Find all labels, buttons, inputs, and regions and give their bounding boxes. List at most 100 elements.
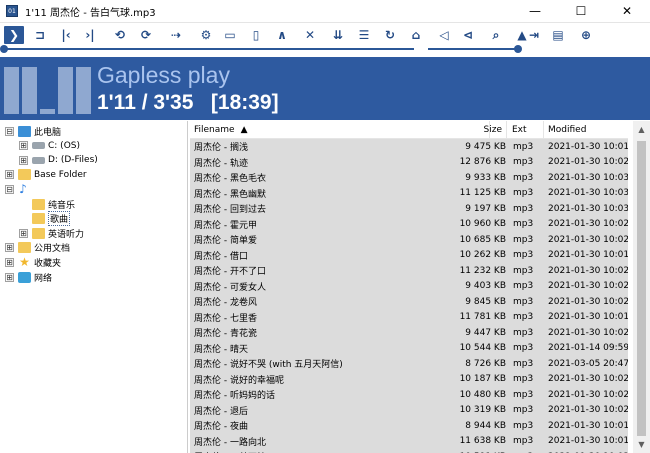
table-row[interactable]: 周杰伦 - 简单爱 10 685 KB mp3 2021-01-30 10:02 — [190, 232, 628, 248]
table-row[interactable]: 周杰伦 - 黑色幽默 11 125 KB mp3 2021-01-30 10:03 — [190, 186, 628, 202]
tree-item[interactable]: ⊞ D: (D-Files) — [19, 153, 98, 167]
display-icon[interactable]: ▤ — [548, 26, 568, 44]
table-row[interactable]: 周杰伦 - 七里香 11 781 KB mp3 2021-01-30 10:01 — [190, 310, 628, 326]
volume-slider-thumb[interactable] — [514, 45, 522, 53]
size-cell: 9 447 KB — [465, 327, 506, 338]
size-cell: 9 197 KB — [465, 203, 506, 214]
column-header-modified[interactable]: Modified — [544, 121, 628, 139]
modified-cell: 2021-01-30 10:02 — [548, 281, 628, 292]
collapse-icon[interactable]: ⊟ — [5, 126, 14, 136]
volume-icon[interactable]: ◁ — [434, 26, 454, 44]
scrollbar-thumb[interactable] — [637, 141, 646, 436]
panel-icon[interactable]: ▯ — [246, 26, 266, 44]
ext-cell: mp3 — [513, 405, 534, 416]
table-row[interactable]: 周杰伦 - 搁浅 9 475 KB mp3 2021-01-30 10:01 — [190, 139, 628, 155]
filename-cell: 周杰伦 - 七里香 — [194, 313, 257, 324]
filename-cell: 周杰伦 - 晴天 — [194, 344, 248, 355]
home-icon[interactable]: ⌂ — [406, 26, 426, 44]
ext-cell: mp3 — [513, 374, 534, 385]
modified-cell: 2021-01-30 10:02 — [548, 327, 628, 338]
ext-cell: mp3 — [513, 436, 534, 447]
modified-cell: 2021-01-30 10:03 — [548, 172, 628, 183]
gear-icon[interactable]: ⚙ — [196, 26, 216, 44]
scroll-down-icon[interactable]: ▼ — [633, 436, 650, 453]
table-row[interactable]: 周杰伦 - 听妈妈的话 10 480 KB mp3 2021-01-30 10:02 — [190, 387, 628, 403]
expand-icon[interactable]: ⊞ — [5, 170, 14, 180]
tree-item[interactable]: ⊞ ★ 收藏夹 — [5, 255, 61, 269]
table-row[interactable]: 周杰伦 - 回到过去 9 197 KB mp3 2021-01-30 10:03 — [190, 201, 628, 217]
tree-item[interactable]: ⊞ Base Folder — [5, 168, 87, 182]
table-row[interactable]: 周杰伦 - 龙卷风 9 845 KB mp3 2021-01-30 10:02 — [190, 294, 628, 310]
tree-item[interactable]: 歌曲 — [19, 211, 71, 227]
pause-play-icon[interactable]: ⊐ — [30, 26, 50, 44]
tree-item[interactable]: ⊟ ♪ — [5, 182, 31, 196]
tree-item[interactable]: 纯音乐 — [19, 197, 75, 211]
expand-icon[interactable]: ⊞ — [19, 141, 28, 151]
table-row[interactable]: 周杰伦 - 晴天 10 544 KB mp3 2021-01-14 09:59 — [190, 341, 628, 357]
size-cell: 10 262 KB — [460, 250, 506, 261]
expand-icon[interactable]: ⊞ — [5, 257, 14, 267]
tree-item[interactable]: ⊞ 公用文档 — [5, 241, 70, 255]
expand-icon[interactable]: ⊞ — [5, 272, 14, 282]
expand-icon[interactable]: ⊞ — [5, 243, 14, 253]
filename-cell: 周杰伦 - 退后 — [194, 406, 248, 417]
tree-item-label: 公用文档 — [34, 244, 71, 255]
download-icon[interactable]: ⊕ — [576, 26, 596, 44]
table-row[interactable]: 周杰伦 - 借口 10 262 KB mp3 2021-01-30 10:01 — [190, 248, 628, 264]
table-row[interactable]: 周杰伦 - 开不了口 11 232 KB mp3 2021-01-30 10:02 — [190, 263, 628, 279]
volume-slider-track[interactable] — [428, 48, 518, 50]
column-header-filename[interactable]: Filename ▲ — [190, 121, 490, 139]
filename-cell: 周杰伦 - 说好不哭 (with 五月天阿信) — [194, 360, 343, 371]
table-row[interactable]: 周杰伦 - 一路向北 11 638 KB mp3 2021-01-30 10:01 — [190, 434, 628, 450]
table-row[interactable]: 周杰伦 - 说好不哭 (with 五月天阿信) 8 726 KB mp3 2021-0… — [190, 356, 628, 372]
table-row[interactable]: 周杰伦 - 可爱女人 9 403 KB mp3 2021-01-30 10:02 — [190, 279, 628, 295]
table-row[interactable]: 周杰伦 - 黑色毛衣 9 933 KB mp3 2021-01-30 10:03 — [190, 170, 628, 186]
modified-cell: 2021-01-30 10:02 — [548, 389, 628, 400]
ext-cell: mp3 — [513, 203, 534, 214]
refresh-icon[interactable]: ↻ — [380, 26, 400, 44]
folder-tree: ⊟ 此电脑 ⊞ C: (OS) ⊞ D: (D-Files) ⊞ Base Folder ⊟ ♪ 纯… — [0, 121, 188, 453]
seek-bar-track[interactable] — [4, 48, 414, 50]
arrow-right-icon[interactable]: ⇢ — [166, 26, 186, 44]
expand-icon[interactable]: ⊞ — [19, 228, 28, 238]
list-view-icon[interactable]: ☰ — [354, 26, 374, 44]
size-cell: 11 125 KB — [460, 188, 506, 199]
back-icon[interactable]: ⟲ — [110, 26, 130, 44]
table-row[interactable]: 周杰伦 - 青花瓷 9 447 KB mp3 2021-01-30 10:02 — [190, 325, 628, 341]
tree-item[interactable]: ⊞ 网络 — [5, 270, 52, 284]
sort-icon[interactable]: ⇊ — [328, 26, 348, 44]
seek-bar-thumb[interactable] — [0, 45, 8, 53]
previous-icon[interactable]: |‹ — [56, 26, 76, 44]
minimize-button[interactable]: — — [512, 0, 558, 22]
table-row[interactable]: 周杰伦 - 一丝不挂10 591 KB mp3 2021-01-30 10:02 — [190, 449, 628, 453]
tree-item-label: 此电脑 — [34, 127, 62, 138]
column-header-size[interactable]: Size — [460, 121, 507, 139]
play-icon[interactable]: ❯ — [4, 26, 24, 44]
scroll-up-icon[interactable]: ▲ — [633, 121, 650, 138]
search-folder-icon[interactable]: ⌕ — [486, 26, 506, 44]
expand-icon[interactable]: ⊞ — [19, 155, 28, 165]
table-row[interactable]: 周杰伦 - 霍元甲 10 960 KB mp3 2021-01-30 10:02 — [190, 217, 628, 233]
next-icon[interactable]: ›| — [80, 26, 100, 44]
table-row[interactable]: 周杰伦 - 说好的幸福呢 10 187 KB mp3 2021-01-30 10:02 — [190, 372, 628, 388]
maximize-button[interactable]: ☐ — [558, 0, 604, 22]
chevron-up-icon[interactable]: ∧ — [272, 26, 292, 44]
tree-item-label: Base Folder — [34, 169, 87, 180]
tree-item[interactable]: ⊟ 此电脑 — [5, 124, 61, 138]
modified-cell: 2021-01-30 10:01 — [548, 436, 628, 447]
tree-item[interactable]: ⊞ 英语听力 — [19, 226, 84, 240]
table-row[interactable]: 周杰伦 - 轨迹 12 876 KB mp3 2021-01-30 10:02 — [190, 155, 628, 171]
forward-icon[interactable]: ⟳ — [136, 26, 156, 44]
close-icon[interactable]: ✕ — [300, 26, 320, 44]
column-header-ext[interactable]: Ext — [507, 121, 544, 139]
close-window-button[interactable]: ✕ — [604, 0, 650, 22]
tree-item[interactable]: ⊞ C: (OS) — [19, 139, 80, 153]
window-title: 1'11 周杰伦 - 告白气球.mp3 — [25, 7, 156, 19]
speaker-icon[interactable]: ⊲ — [458, 26, 478, 44]
window-icon[interactable]: ▭ — [220, 26, 240, 44]
collapse-icon[interactable]: ⊟ — [5, 184, 14, 194]
export-icon[interactable]: ⇥ — [524, 26, 544, 44]
vertical-scrollbar[interactable]: ▲ ▼ — [633, 121, 650, 453]
table-row[interactable]: 周杰伦 - 退后 10 319 KB mp3 2021-01-30 10:02 — [190, 403, 628, 419]
table-row[interactable]: 周杰伦 - 夜曲 8 944 KB mp3 2021-01-30 10:01 — [190, 418, 628, 434]
